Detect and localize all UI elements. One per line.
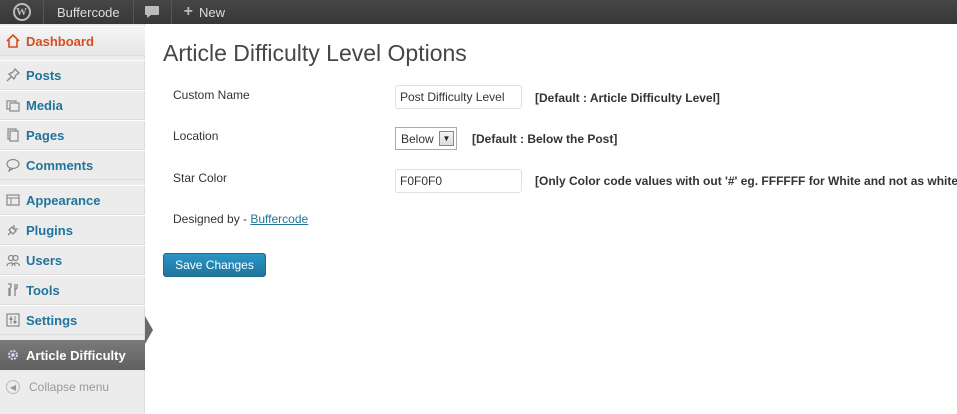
sidebar-item-tools[interactable]: Tools: [0, 275, 145, 305]
location-hint: [Default : Below the Post]: [472, 132, 618, 146]
plus-icon: +: [183, 3, 193, 20]
buffercode-link[interactable]: Buffercode: [250, 212, 308, 226]
custom-name-label: Custom Name: [173, 88, 250, 102]
admin-sidebar: Dashboard Posts Media Pages Comments App…: [0, 24, 145, 414]
location-label: Location: [173, 129, 219, 143]
site-name-link[interactable]: Buffercode: [44, 0, 134, 24]
settings-icon: [4, 311, 22, 329]
comment-bubble-icon: [145, 6, 160, 18]
page-title: Article Difficulty Level Options: [163, 40, 467, 66]
sidebar-item-label: Tools: [26, 282, 60, 298]
collapse-menu-label: Collapse menu: [29, 380, 110, 394]
pages-icon: [4, 126, 22, 144]
appearance-icon: [4, 191, 22, 209]
wordpress-logo-icon: W: [12, 3, 31, 21]
sidebar-item-settings[interactable]: Settings: [0, 305, 145, 335]
sidebar-item-label: Plugins: [26, 222, 73, 238]
star-color-hint: [Only Color code values with out '#' eg.…: [535, 174, 957, 188]
active-menu-arrow: [145, 316, 153, 344]
sidebar-item-label: Posts: [26, 67, 62, 83]
new-content-button[interactable]: + New: [172, 0, 237, 24]
wordpress-logo-button[interactable]: W: [0, 0, 44, 24]
tools-icon: [4, 281, 22, 299]
sidebar-item-users[interactable]: Users: [0, 245, 145, 275]
location-select[interactable]: Below ▼: [395, 127, 457, 150]
users-icon: [4, 251, 22, 269]
designed-by-label: Designed by -: [173, 212, 251, 226]
save-changes-button[interactable]: Save Changes: [163, 253, 266, 277]
gear-icon: [4, 346, 22, 364]
admin-bar: W Buffercode + New: [0, 0, 957, 24]
star-color-label: Star Color: [173, 171, 228, 185]
home-icon: [4, 32, 22, 50]
sidebar-item-article-difficulty[interactable]: Article Difficulty: [0, 340, 145, 370]
sidebar-item-posts[interactable]: Posts: [0, 60, 145, 90]
sidebar-item-label: Pages: [26, 127, 65, 143]
star-color-input[interactable]: [395, 169, 522, 193]
sidebar-item-dashboard[interactable]: Dashboard: [0, 26, 145, 56]
sidebar-item-label: Comments: [26, 157, 94, 173]
sidebar-item-label: Media: [26, 97, 63, 113]
sidebar-item-comments[interactable]: Comments: [0, 150, 145, 180]
location-selected-value: Below: [401, 131, 434, 146]
plugin-icon: [4, 221, 22, 239]
comment-icon: [4, 156, 22, 174]
sidebar-item-label: Article Difficulty: [26, 347, 126, 363]
sidebar-item-label: Dashboard: [26, 33, 94, 49]
custom-name-input[interactable]: [395, 85, 522, 109]
collapse-menu-button[interactable]: ◀ Collapse menu: [0, 372, 145, 402]
sidebar-item-label: Appearance: [26, 192, 101, 208]
sidebar-item-pages[interactable]: Pages: [0, 120, 145, 150]
chevron-down-icon: ▼: [439, 131, 454, 146]
sidebar-item-appearance[interactable]: Appearance: [0, 185, 145, 215]
new-label: New: [198, 4, 225, 20]
sidebar-item-label: Settings: [26, 312, 78, 328]
sidebar-item-label: Users: [26, 252, 63, 268]
collapse-arrow-icon: ◀: [6, 380, 20, 394]
sidebar-item-plugins[interactable]: Plugins: [0, 215, 145, 245]
media-icon: [4, 96, 22, 114]
pin-icon: [4, 66, 22, 84]
designed-by-text: Designed by - Buffercode: [173, 212, 308, 226]
sidebar-item-media[interactable]: Media: [0, 90, 145, 120]
comments-button[interactable]: [134, 0, 172, 24]
custom-name-hint: [Default : Article Difficulty Level]: [535, 91, 720, 105]
